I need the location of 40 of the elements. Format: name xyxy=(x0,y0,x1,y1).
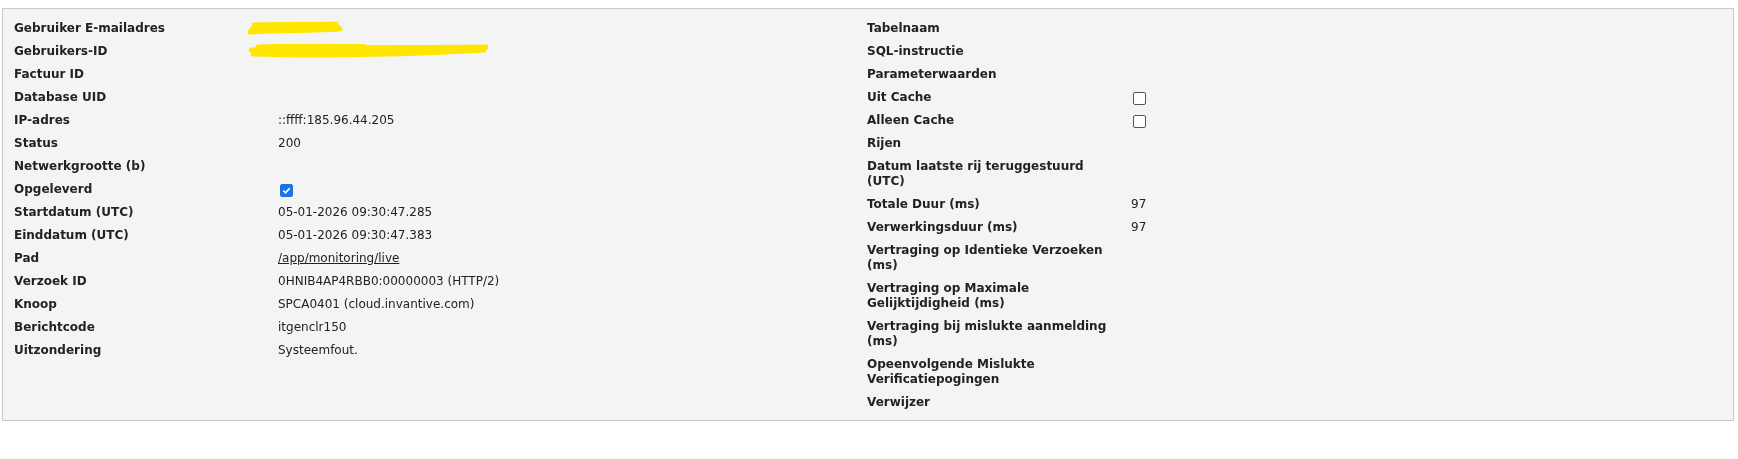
field-value: 0HNIB4AP4RBB0:00000003 (HTTP/2) xyxy=(278,274,500,289)
field-label: Uitzondering xyxy=(14,343,102,357)
field-label: Berichtcode xyxy=(14,320,95,334)
path-link[interactable]: /app/monitoring/live xyxy=(278,251,400,266)
field-label: Vertraging op Identieke Verzoeken (ms) xyxy=(867,243,1103,272)
field-value: itgenclr150 xyxy=(278,320,347,335)
field-label: Netwerkgrootte (b) xyxy=(14,159,146,173)
field-label: SQL-instructie xyxy=(867,44,964,58)
field-label: IP-adres xyxy=(14,113,70,127)
field-label: Vertraging bij mislukte aanmelding (ms) xyxy=(867,319,1107,348)
field-value: 97 xyxy=(1131,197,1147,212)
field-label: Rijen xyxy=(867,136,902,150)
field-label: Knoop xyxy=(14,297,57,311)
field-label: Verwerkingsduur (ms) xyxy=(867,220,1018,234)
field-label: Opgeleverd xyxy=(14,182,93,196)
field-label: Database UID xyxy=(14,90,107,104)
field-label: Parameterwaarden xyxy=(867,67,997,81)
field-value: 97 xyxy=(1131,220,1147,235)
field-label: Factuur ID xyxy=(14,67,85,81)
field-label: Uit Cache xyxy=(867,90,932,104)
field-label: Einddatum (UTC) xyxy=(14,228,129,242)
field-label: Verzoek ID xyxy=(14,274,87,288)
field-label: Datum laatste rij teruggestuurd (UTC) xyxy=(867,159,1084,188)
field-value: ::ffff:185.96.44.205 xyxy=(278,113,395,128)
field-label: Status xyxy=(14,136,58,150)
field-value: 05-01-2026 09:30:47.383 xyxy=(278,228,433,243)
field-label: Vertraging op Maximale Gelijktijdigheid (ms) xyxy=(867,281,1030,310)
field-label: Pad xyxy=(14,251,40,265)
field-label: Gebruiker E-mailadres xyxy=(14,21,165,35)
field-label: Alleen Cache xyxy=(867,113,955,127)
field-label: Startdatum (UTC) xyxy=(14,205,134,219)
field-value: 200 xyxy=(278,136,301,151)
field-label: Verwijzer xyxy=(867,395,931,409)
field-label: Tabelnaam xyxy=(867,21,940,35)
field-value: 05-01-2026 09:30:47.285 xyxy=(278,205,433,220)
field-label: Gebruikers-ID xyxy=(14,44,108,58)
field-value: SPCA0401 (cloud.invantive.com) xyxy=(278,297,475,312)
field-value: Systeemfout. xyxy=(278,343,358,358)
field-label: Opeenvolgende Mislukte Verificatiepogingen xyxy=(867,357,1035,386)
field-label: Totale Duur (ms) xyxy=(867,197,980,211)
